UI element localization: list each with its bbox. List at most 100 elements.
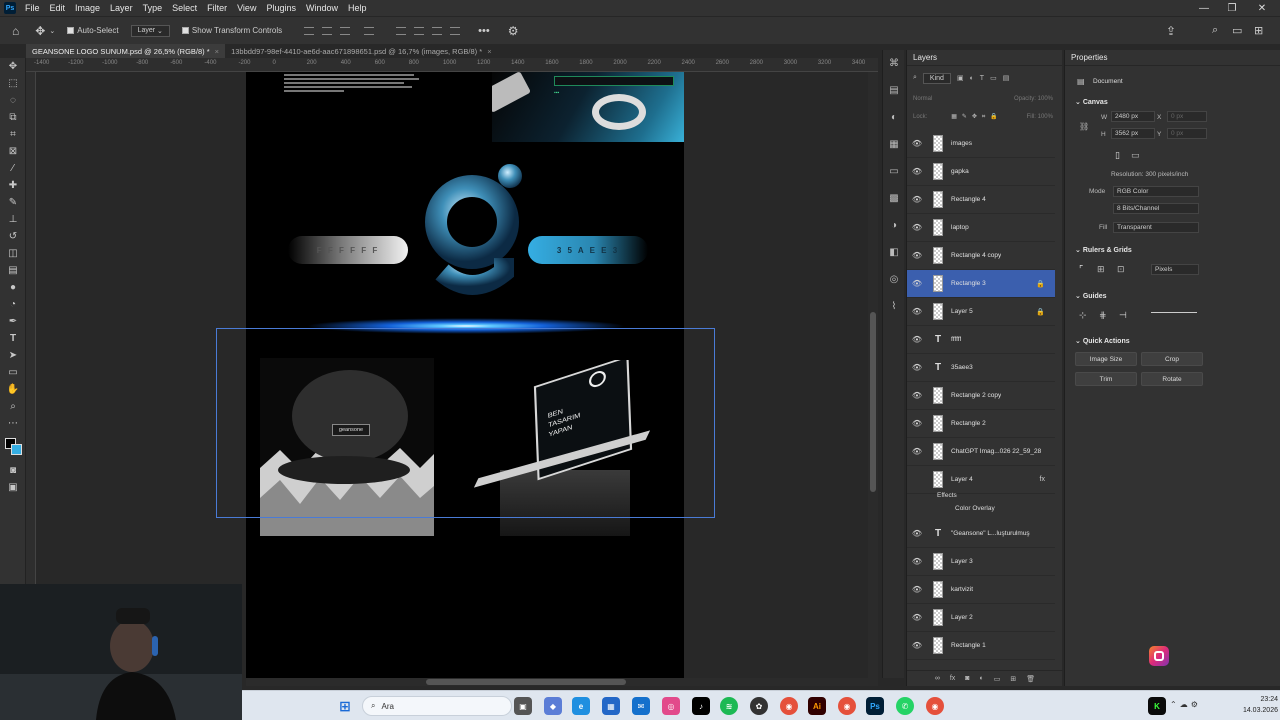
menu-layer[interactable]: Layer — [105, 3, 138, 13]
move-tool-icon[interactable]: ✥ — [0, 58, 26, 75]
chrome-alt-icon[interactable]: ◉ — [926, 697, 944, 715]
maximize-icon[interactable]: ❐ — [1216, 0, 1248, 16]
effects-label[interactable]: Effects — [937, 492, 957, 499]
marquee-tool-icon[interactable]: ⬚ — [0, 75, 26, 92]
libraries-panel-icon[interactable]: ◧ — [883, 239, 905, 266]
store-icon[interactable]: ▦ — [602, 697, 620, 715]
y-field[interactable]: 0 px — [1167, 128, 1207, 139]
visibility-eye-icon[interactable]: 👁 — [907, 223, 927, 232]
visibility-eye-icon[interactable]: 👁 — [907, 279, 927, 288]
new-layer-icon[interactable]: ⊞ — [1010, 675, 1016, 683]
canvas-vertical-scrollbar[interactable] — [868, 72, 878, 678]
color-panel-icon[interactable]: ◐ — [883, 104, 905, 131]
pen-tool-icon[interactable]: ✒ — [0, 313, 26, 330]
auto-select-target-dropdown[interactable]: Layer ⌄ — [130, 24, 170, 37]
link-layers-icon[interactable]: ∞ — [935, 675, 940, 682]
tab-images-psd[interactable]: 13bbdd97-98ef-4410-ae6d-aac671898651.psd… — [225, 44, 498, 58]
trim-button[interactable]: Trim — [1075, 372, 1137, 386]
lock-icons[interactable]: ▦✎✥⌗🔒 — [951, 113, 1003, 121]
scrollbar-thumb[interactable] — [870, 312, 876, 492]
distribute-center-icon[interactable] — [414, 26, 425, 35]
image-size-button[interactable]: Image Size — [1075, 352, 1137, 366]
layer-row[interactable]: 👁 T "Geansone" L...luşturulmuş — [907, 520, 1055, 548]
layer-row[interactable]: 👁 images — [907, 130, 1055, 158]
filter-pixel-icon[interactable]: ▣ — [957, 74, 964, 82]
lasso-tool-icon[interactable]: ◌ — [0, 92, 26, 109]
object-select-tool-icon[interactable]: ⧉ — [0, 109, 26, 126]
visibility-eye-icon[interactable]: 👁 — [907, 613, 927, 622]
gradient-tool-icon[interactable]: ▤ — [0, 262, 26, 279]
filter-search-icon[interactable]: ⌕ — [913, 74, 917, 82]
frame-tool-icon[interactable]: ⊠ — [0, 143, 26, 160]
tab-close-icon[interactable]: × — [215, 47, 219, 56]
system-tray-icons[interactable]: ⌃☁⚙ — [1170, 700, 1201, 709]
background-fill-dropdown[interactable]: Transparent — [1113, 222, 1199, 233]
visibility-eye-icon[interactable]: 👁 — [907, 195, 927, 204]
visibility-eye-icon[interactable]: 👁 — [907, 307, 927, 316]
quick-actions-header[interactable]: ⌄ Quick Actions — [1075, 337, 1130, 345]
visibility-eye-icon[interactable]: 👁 — [907, 335, 927, 344]
instagram-app-icon[interactable]: ◎ — [662, 697, 680, 715]
menu-plugins[interactable]: Plugins — [261, 3, 301, 13]
rulers-grids-header[interactable]: ⌄ Rulers & Grids — [1075, 246, 1132, 254]
layer-row[interactable]: 👁 Rectangle 2 — [907, 410, 1055, 438]
visibility-eye-icon[interactable]: 👁 — [907, 167, 927, 176]
visibility-eye-icon[interactable]: 👁 — [907, 447, 927, 456]
edge-icon[interactable]: e — [572, 697, 590, 715]
visibility-eye-icon[interactable]: 👁 — [907, 391, 927, 400]
menu-type[interactable]: Type — [138, 3, 168, 13]
layer-row[interactable]: 👁 Tffffff — [907, 326, 1055, 354]
rectangle-tool-icon[interactable]: ▭ — [0, 364, 26, 381]
comments-panel-icon[interactable]: ▤ — [883, 77, 905, 104]
blend-mode-dropdown[interactable]: Normal — [913, 96, 932, 102]
patterns-panel-icon[interactable]: ▩ — [883, 185, 905, 212]
layer-row[interactable]: 👁 kartvizit — [907, 576, 1055, 604]
menu-select[interactable]: Select — [167, 3, 202, 13]
layer-row[interactable]: 👁 Rectangle 4 copy — [907, 242, 1055, 270]
layer-row[interactable]: 👁 gapka — [907, 158, 1055, 186]
filter-shape-icon[interactable]: ▭ — [990, 74, 997, 82]
filter-kind-dropdown[interactable]: Kind — [922, 72, 951, 84]
move-tool-icon[interactable]: ✥ — [35, 24, 45, 38]
bit-depth-dropdown[interactable]: 8 Bits/Channel — [1113, 203, 1199, 214]
crop-tool-icon[interactable]: ⌗ — [0, 126, 26, 143]
eyedropper-tool-icon[interactable]: ⁄ — [0, 160, 26, 177]
visibility-eye-icon[interactable]: 👁 — [907, 529, 927, 538]
visibility-eye-icon[interactable]: 👁 — [907, 419, 927, 428]
scrollbar-thumb[interactable] — [426, 679, 626, 685]
more-options-button[interactable]: ••• — [478, 25, 490, 37]
color-mode-dropdown[interactable]: RGB Color — [1113, 186, 1199, 197]
paths-panel-icon[interactable]: ⌇ — [883, 293, 905, 320]
visibility-eye-icon[interactable]: 👁 — [907, 363, 927, 372]
menu-file[interactable]: File — [20, 3, 45, 13]
canvas-section-header[interactable]: ⌄ Canvas — [1075, 98, 1108, 106]
link-dimensions-icon[interactable]: ⛓ — [1079, 122, 1089, 131]
ruler-toggle-icon[interactable]: ⌜ — [1079, 264, 1083, 275]
color-overlay-effect[interactable]: Color Overlay — [955, 505, 995, 512]
tab-geansone-logo[interactable]: GEANSONE LOGO SUNUM.psd @ 26,5% (RGB/8) … — [26, 44, 226, 58]
visibility-eye-icon[interactable]: 👁 — [907, 585, 927, 594]
grid-toggle-icon[interactable]: ⊞ — [1097, 264, 1105, 275]
workspace-icon[interactable]: ▭ — [1232, 24, 1242, 37]
show-transform-checkbox[interactable]: Show Transform Controls — [181, 26, 282, 35]
history-panel-icon[interactable]: ⌘ — [883, 50, 905, 77]
layer-effects-badge[interactable]: fx — [1040, 476, 1045, 483]
layer-row[interactable]: 👁 Rectangle 2 copy — [907, 382, 1055, 410]
adjustments-panel-icon[interactable]: ◑ — [883, 212, 905, 239]
swatches-panel-icon[interactable]: ▦ — [883, 131, 905, 158]
menu-image[interactable]: Image — [70, 3, 105, 13]
type-tool-icon[interactable]: T — [0, 330, 26, 347]
visibility-eye-icon[interactable]: 👁 — [907, 139, 927, 148]
eraser-tool-icon[interactable]: ◫ — [0, 245, 26, 262]
chrome-icon[interactable]: ◉ — [780, 697, 798, 715]
guide-layout-icon[interactable]: ⊹ — [1079, 310, 1087, 321]
opacity-value[interactable]: 100% — [1038, 96, 1053, 102]
visibility-eye-icon[interactable]: 👁 — [907, 641, 927, 650]
height-field[interactable]: 3562 px — [1111, 128, 1155, 139]
filter-type-icon[interactable]: T — [980, 75, 984, 82]
layer-row[interactable]: 👁 Layer 2 — [907, 604, 1055, 632]
add-mask-icon[interactable]: ◙ — [965, 675, 969, 682]
hand-tool-icon[interactable]: ✋ — [0, 381, 26, 398]
task-view-icon[interactable]: ▣ — [514, 697, 532, 715]
layer-row[interactable]: Layer 4 fx — [907, 466, 1055, 494]
